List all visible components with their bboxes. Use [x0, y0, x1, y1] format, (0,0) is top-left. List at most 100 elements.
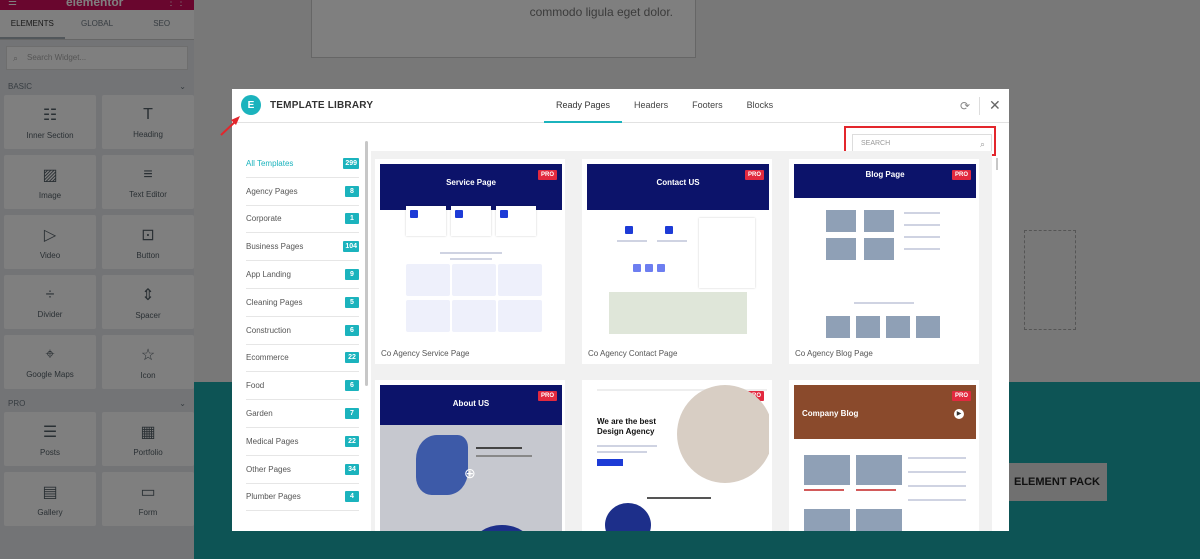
template-card[interactable]: Blog Page PRO Co Agency Blog Page	[789, 159, 979, 364]
template-thumbnail[interactable]: Company Blog ▶ PRO	[794, 385, 976, 531]
thumbnail-heading: Blog Page	[865, 170, 905, 179]
category-label: App Landing	[246, 270, 291, 280]
category-label: Food	[246, 381, 265, 391]
template-search-placeholder: SEARCH	[861, 140, 891, 147]
category-item[interactable]: Cleaning Pages 5	[246, 289, 359, 317]
template-card[interactable]: PRO We are the best Design Agency	[582, 380, 772, 531]
category-label: Garden	[246, 409, 273, 419]
category-count-badge: 4	[345, 491, 359, 503]
template-library-modal: E TEMPLATE LIBRARY Ready Pages Headers F…	[232, 89, 1009, 531]
thumb-line	[440, 252, 502, 254]
category-item[interactable]: Garden 7	[246, 400, 359, 428]
thumbnail-heading: Contact US	[656, 178, 700, 187]
thumb-button	[597, 459, 623, 466]
template-thumbnail[interactable]: Service Page PRO	[380, 164, 562, 344]
category-label: All Templates	[246, 158, 294, 168]
category-list: All Templates 299 Agency Pages 8 Corporate…	[246, 150, 359, 512]
thumbnail-hero: Service Page	[380, 164, 562, 210]
library-tabs: Ready Pages Headers Footers Blocks	[544, 89, 785, 123]
category-count-badge: 5	[345, 296, 359, 308]
tab-blocks[interactable]: Blocks	[735, 89, 786, 123]
template-card[interactable]: About US PRO ⊕	[375, 380, 565, 531]
thumbnail-heading: Company Blog	[802, 409, 859, 418]
thumb-photo	[856, 509, 902, 531]
thumbnail-heading: We are the best Design Agency	[597, 417, 656, 436]
thumb-line	[856, 489, 896, 491]
thumb-photo	[677, 385, 769, 483]
thumb-map	[609, 292, 747, 334]
category-item[interactable]: Construction 6	[246, 317, 359, 345]
template-thumbnail[interactable]: PRO We are the best Design Agency	[587, 385, 769, 531]
thumb-dot	[645, 264, 653, 272]
thumb-line	[904, 248, 940, 250]
thumbnail-hero: Contact US	[587, 164, 769, 210]
category-item[interactable]: Other Pages 34	[246, 456, 359, 484]
thumb-dot	[625, 226, 633, 234]
thumb-line	[647, 497, 711, 499]
tab-ready-pages[interactable]: Ready Pages	[544, 89, 623, 123]
category-label: Agency Pages	[246, 186, 298, 196]
thumb-dot	[500, 210, 508, 218]
template-card[interactable]: Company Blog ▶ PRO	[789, 380, 979, 531]
thumb-photo	[864, 238, 894, 260]
category-count-badge: 6	[345, 380, 359, 392]
category-item[interactable]: All Templates 299	[246, 150, 359, 178]
category-label: Medical Pages	[246, 436, 299, 446]
thumb-block	[452, 264, 496, 296]
thumb-block	[452, 300, 496, 332]
template-thumbnail[interactable]: About US PRO ⊕	[380, 385, 562, 531]
category-item[interactable]: App Landing 9	[246, 261, 359, 289]
thumb-photo	[856, 316, 880, 338]
thumb-line	[804, 489, 844, 491]
template-caption: Co Agency Blog Page	[795, 349, 873, 358]
thumbnail-heading: Service Page	[446, 178, 496, 187]
category-item[interactable]: Agency Pages 8	[246, 178, 359, 206]
thumb-line	[908, 485, 966, 487]
thumb-block	[498, 264, 542, 296]
grid-scrollbar[interactable]	[996, 158, 998, 170]
category-count-badge: 7	[345, 408, 359, 420]
template-thumbnail[interactable]: Contact US PRO	[587, 164, 769, 344]
category-item[interactable]: Corporate 1	[246, 206, 359, 234]
category-count-badge: 104	[343, 241, 359, 253]
thumb-line	[450, 258, 492, 260]
category-item[interactable]: Plumber Pages 4	[246, 484, 359, 512]
template-caption: Co Agency Service Page	[381, 349, 470, 358]
category-label: Corporate	[246, 214, 282, 224]
annotation-arrow-icon	[220, 116, 240, 136]
thumbnail-heading: About US	[452, 399, 490, 408]
thumb-line	[904, 224, 940, 226]
thumb-photo	[826, 210, 856, 232]
thumb-photo	[856, 455, 902, 485]
tab-headers[interactable]: Headers	[622, 89, 680, 123]
category-item[interactable]: Medical Pages 22	[246, 428, 359, 456]
thumb-photo	[826, 238, 856, 260]
category-count-badge: 34	[345, 463, 359, 475]
thumb-dot	[455, 210, 463, 218]
close-icon[interactable]: ✕	[989, 97, 1001, 114]
template-card[interactable]: Service Page PRO Co Agency Service Page	[375, 159, 565, 364]
thumb-line	[617, 240, 647, 242]
thumb-dot	[665, 226, 673, 234]
zoom-icon[interactable]: ⊕	[464, 465, 476, 482]
template-thumbnail[interactable]: Blog Page PRO	[794, 164, 976, 344]
category-item[interactable]: Food 6	[246, 372, 359, 401]
category-item[interactable]: Business Pages 104	[246, 233, 359, 262]
category-item[interactable]: Ecommerce 22	[246, 345, 359, 373]
thumbnail-hero: Company Blog ▶	[794, 385, 976, 439]
category-scrollbar[interactable]	[365, 141, 368, 386]
thumb-line	[904, 212, 940, 214]
thumb-line	[597, 445, 657, 447]
modal-title: TEMPLATE LIBRARY	[270, 100, 374, 111]
category-label: Construction	[246, 325, 291, 335]
sync-icon[interactable]: ⟳	[960, 99, 970, 113]
category-count-badge: 8	[345, 185, 359, 197]
tab-footers[interactable]: Footers	[680, 89, 735, 123]
thumb-line	[908, 457, 966, 459]
category-count-badge: 6	[345, 324, 359, 336]
play-icon: ▶	[954, 409, 964, 419]
category-label: Ecommerce	[246, 353, 289, 363]
thumb-photo	[916, 316, 940, 338]
pro-badge: PRO	[537, 391, 557, 401]
template-card[interactable]: Contact US PRO Co Agency Contact Page	[582, 159, 772, 364]
